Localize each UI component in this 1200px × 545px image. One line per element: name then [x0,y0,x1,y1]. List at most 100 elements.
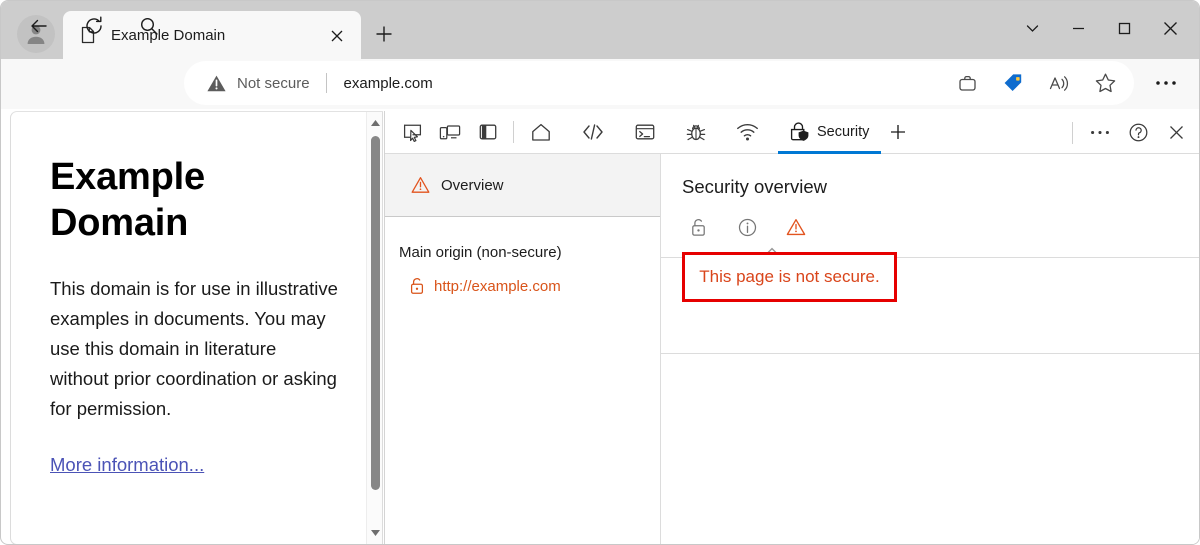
omnibox-actions [952,61,1120,105]
devtools-tab-elements[interactable] [571,111,624,154]
window-frame: Example Domain Not secure example.com Ex… [0,0,1200,545]
address-bar-url[interactable]: example.com [344,75,433,92]
back-arrow-icon [31,19,47,33]
window-close-button[interactable] [1147,5,1193,51]
sidebar-item-overview[interactable]: Overview [385,154,660,217]
device-emulation-button[interactable] [431,115,469,149]
network-wifi-icon [737,124,758,141]
ellipsis-icon [1156,81,1176,85]
info-circle-icon [738,218,756,236]
plus-icon [891,125,906,139]
page-title: Example Domain [50,156,205,244]
briefcase-icon [958,75,976,91]
close-icon [1169,126,1183,139]
sidebar-origin-url[interactable]: http://example.com [434,278,561,295]
reload-icon [86,16,102,34]
security-status-text: This page is not secure. [699,267,880,286]
minimize-button[interactable] [1055,5,1101,51]
tab-actions-button[interactable] [1009,5,1055,51]
code-brackets-icon [583,124,603,140]
ellipsis-icon [1091,130,1109,135]
tab-strip: Example Domain [1,1,1199,59]
bug-debugger-icon [686,124,706,140]
close-icon [1163,21,1177,35]
collections-button[interactable] [952,68,982,98]
favorites-button[interactable] [1090,68,1120,98]
site-security-badge[interactable]: Not secure [206,74,310,93]
scroll-up-arrow-icon [370,120,380,126]
unlocked-padlock-icon [410,278,424,294]
question-circle-icon [1129,123,1147,142]
window-controls [1009,1,1199,59]
security-sidebar: Overview Main origin (non-secure) http:/… [385,154,661,544]
devtools-body: Overview Main origin (non-secure) http:/… [385,154,1199,544]
device-emulation-icon [439,125,461,140]
unlocked-padlock-icon [691,218,705,236]
home-icon [532,123,550,141]
back-button[interactable] [23,10,55,42]
warning-triangle-outline-icon [411,177,430,193]
devtools-right-controls [1072,111,1195,154]
overview-divider-secondary [661,353,1199,354]
browser-settings-more-button[interactable] [1151,69,1181,97]
minimize-icon [1072,27,1084,29]
page-content: Example Domain This domain is for use in… [11,112,368,544]
security-state-icons [687,216,1199,238]
devtools-close-button[interactable] [1157,116,1195,150]
devtools-add-tab-button[interactable] [881,115,915,149]
scroll-down-button[interactable] [367,524,382,542]
sidebar-item-label: Overview [441,176,504,194]
tab-title: Example Domain [111,26,226,44]
tab-close-button[interactable] [325,24,349,48]
plus-icon [376,26,392,42]
read-aloud-icon [1049,75,1068,91]
price-tag-icon [1004,74,1022,91]
maximize-icon [1118,22,1130,34]
omnibox-divider [325,73,327,93]
browser-window: Example Domain Not secure example.com Ex… [0,0,1200,545]
search-button[interactable] [133,10,165,42]
star-icon [1095,73,1115,93]
close-icon [331,30,343,42]
devtools-panel: Security Overview Main origin (non-secur… [384,110,1199,544]
more-information-link[interactable]: More information... [50,450,338,480]
address-bar[interactable]: Not secure example.com [184,61,1134,105]
toolbar-divider [513,121,514,143]
scroll-up-button[interactable] [367,114,382,132]
security-state-secure-button[interactable] [687,216,709,238]
sidebar-group-title: Main origin (non-secure) [399,244,562,261]
maximize-button[interactable] [1101,5,1147,51]
devtools-help-button[interactable] [1119,116,1157,150]
scroll-down-arrow-icon [370,530,380,536]
dock-side-panel-button[interactable] [469,115,507,149]
search-icon [140,17,158,35]
devtools-tab-label: Security [817,124,870,140]
warning-triangle-outline-icon [786,218,806,235]
devtools-tab-console[interactable] [624,111,675,154]
security-state-warning-button[interactable] [785,216,807,238]
devtools-tab-network[interactable] [726,111,778,154]
page-scrollbar[interactable] [366,112,382,544]
page-viewport: Example Domain This domain is for use in… [10,111,383,544]
reload-button[interactable] [78,10,110,42]
shopping-button[interactable] [998,68,1028,98]
chevron-down-icon [1026,24,1038,32]
security-overview-title: Security overview [682,176,827,197]
inspect-element-button[interactable] [393,115,431,149]
lock-shield-icon [790,122,809,141]
security-badge-label: Not secure [237,74,310,92]
toolbar-divider [1072,121,1073,144]
warning-triangle-filled-icon [207,75,226,91]
read-aloud-button[interactable] [1044,68,1074,98]
new-tab-button[interactable] [369,19,399,49]
devtools-more-button[interactable] [1081,116,1119,150]
scrollbar-thumb[interactable] [371,136,380,490]
devtools-tab-security[interactable]: Security [778,110,882,154]
inspect-element-icon [403,124,421,142]
console-terminal-icon [635,124,655,140]
sidebar-origin-item[interactable]: http://example.com [409,277,660,295]
devtools-tab-welcome[interactable] [520,111,571,154]
security-state-info-button[interactable] [736,216,758,238]
devtools-tab-sources[interactable] [675,111,726,154]
dock-side-panel-icon [479,124,497,140]
